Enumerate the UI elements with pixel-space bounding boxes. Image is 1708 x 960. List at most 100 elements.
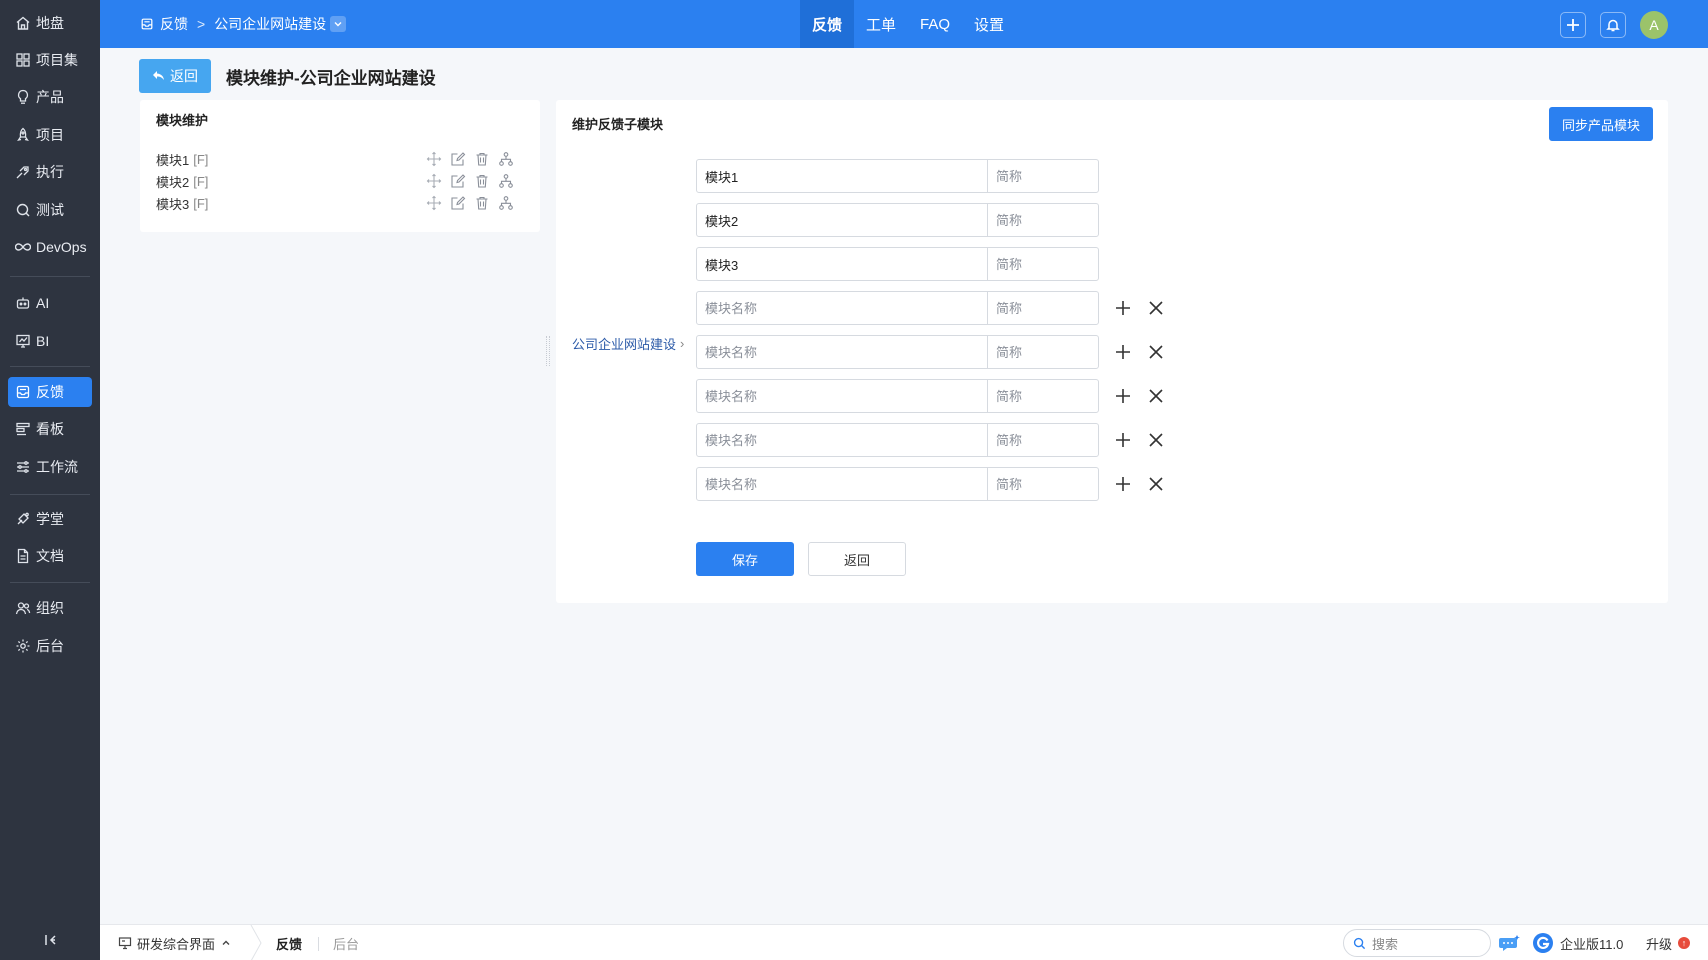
tree-item[interactable]: 模块3 [F]	[156, 192, 526, 214]
search-input[interactable]: 搜索	[1343, 929, 1491, 957]
add-row-icon[interactable]	[1114, 431, 1132, 449]
child-module-icon[interactable]	[498, 151, 514, 167]
module-short-input[interactable]	[987, 159, 1099, 193]
sidebar-collapse-button[interactable]	[40, 930, 60, 950]
bulb-icon	[17, 89, 29, 104]
module-name-input[interactable]	[696, 159, 988, 193]
delete-icon[interactable]	[474, 173, 490, 189]
sidebar-item-devops[interactable]: DevOps	[8, 232, 92, 262]
tree-item[interactable]: 模块2 [F]	[156, 170, 526, 192]
delete-icon[interactable]	[474, 151, 490, 167]
chevron-up-icon	[222, 940, 230, 945]
ai-chat-icon[interactable]	[1499, 933, 1523, 953]
tree-item[interactable]: 模块1 [F]	[156, 148, 526, 170]
grid-icon	[16, 53, 30, 67]
nav-feedback[interactable]: 反馈	[800, 0, 855, 48]
sidebar-item-bi[interactable]: BI	[8, 326, 92, 356]
sidebar-item-kanban[interactable]: 看板	[8, 414, 92, 444]
parent-module-link[interactable]: 公司企业网站建设 ›	[572, 334, 684, 353]
save-button[interactable]: 保存	[696, 542, 794, 576]
move-icon[interactable]	[426, 151, 442, 167]
sidebar-item-label: 组织	[36, 600, 64, 616]
remove-row-icon[interactable]	[1147, 299, 1165, 317]
sidebar-item-execution[interactable]: 执行	[8, 157, 92, 187]
edition-info: 企业版11.0	[1532, 925, 1623, 960]
avatar[interactable]: A	[1640, 11, 1668, 39]
module-short-input[interactable]	[987, 247, 1099, 281]
sidebar-item-test[interactable]: 测试	[8, 195, 92, 225]
sidebar-item-label: 测试	[36, 202, 64, 218]
module-name-input[interactable]	[696, 291, 988, 325]
module-short-input[interactable]	[987, 335, 1099, 369]
footer-tab-admin[interactable]: 后台	[333, 925, 359, 960]
edit-icon[interactable]	[450, 195, 466, 211]
module-short-input[interactable]	[987, 291, 1099, 325]
module-name-input[interactable]	[696, 379, 988, 413]
parent-module-label: 公司企业网站建设	[572, 337, 677, 352]
upgrade-alert-icon: ↑	[1678, 937, 1691, 949]
workspace-switcher[interactable]: 研发综合界面	[118, 925, 231, 960]
edit-icon[interactable]	[450, 151, 466, 167]
module-row	[696, 423, 1176, 457]
add-row-icon[interactable]	[1114, 299, 1132, 317]
child-module-icon[interactable]	[498, 195, 514, 211]
create-button[interactable]	[1560, 12, 1586, 38]
add-row-icon[interactable]	[1114, 387, 1132, 405]
breadcrumb-root[interactable]: 反馈	[160, 14, 188, 34]
footer-bar: 研发综合界面 反馈 后台 搜索 企业版11.0 升级 ↑	[100, 924, 1708, 960]
remove-row-icon[interactable]	[1147, 343, 1165, 361]
module-name-input[interactable]	[696, 203, 988, 237]
add-row-icon[interactable]	[1114, 475, 1132, 493]
nav-faq[interactable]: FAQ	[908, 0, 962, 48]
edit-icon[interactable]	[450, 173, 466, 189]
document-icon	[17, 548, 29, 564]
sidebar-item-program[interactable]: 项目集	[8, 45, 92, 75]
sidebar-item-doc[interactable]: 文档	[8, 541, 92, 571]
nav-ticket[interactable]: 工单	[854, 0, 908, 48]
panel-resize-handle[interactable]	[546, 336, 550, 366]
users-icon	[15, 602, 31, 615]
sidebar-item-org[interactable]: 组织	[8, 593, 92, 623]
tree-item-flag: [F]	[193, 173, 209, 189]
module-row	[696, 291, 1176, 325]
sidebar-item-project[interactable]: 项目	[8, 120, 92, 150]
remove-row-icon[interactable]	[1147, 475, 1165, 493]
module-short-input[interactable]	[987, 423, 1099, 457]
upgrade-label: 升级	[1646, 936, 1673, 952]
rocket-icon	[17, 127, 29, 141]
sidebar-item-feedback[interactable]: 反馈	[8, 377, 92, 407]
remove-row-icon[interactable]	[1147, 387, 1165, 405]
move-icon[interactable]	[426, 173, 442, 189]
notification-button[interactable]	[1600, 12, 1626, 38]
sidebar-item-workflow[interactable]: 工作流	[8, 452, 92, 482]
nav-settings[interactable]: 设置	[962, 0, 1016, 48]
module-name-input[interactable]	[696, 467, 988, 501]
footer-tab-feedback[interactable]: 反馈	[276, 925, 302, 960]
sidebar-item-ai[interactable]: AI	[8, 288, 92, 318]
delete-icon[interactable]	[474, 195, 490, 211]
module-short-input[interactable]	[987, 467, 1099, 501]
module-name-input[interactable]	[696, 335, 988, 369]
tree-item-name: 模块1	[156, 152, 190, 168]
move-icon[interactable]	[426, 195, 442, 211]
sidebar-divider	[10, 366, 90, 367]
sync-product-modules-button[interactable]: 同步产品模块	[1549, 107, 1653, 141]
sidebar-item-dashboard[interactable]: 地盘	[8, 8, 92, 38]
module-name-input[interactable]	[696, 247, 988, 281]
tree-item-flag: [F]	[193, 195, 209, 211]
module-short-input[interactable]	[987, 203, 1099, 237]
upgrade-button[interactable]: 升级 ↑	[1646, 925, 1691, 960]
add-row-icon[interactable]	[1114, 343, 1132, 361]
breadcrumb-current[interactable]: 公司企业网站建设	[214, 14, 326, 34]
remove-row-icon[interactable]	[1147, 431, 1165, 449]
return-button[interactable]: 返回	[808, 542, 906, 576]
module-short-input[interactable]	[987, 379, 1099, 413]
back-button[interactable]: 返回	[139, 59, 211, 93]
module-name-input[interactable]	[696, 423, 988, 457]
sidebar-divider	[10, 276, 90, 277]
child-module-icon[interactable]	[498, 173, 514, 189]
sidebar-item-school[interactable]: 学堂	[8, 504, 92, 534]
sidebar-item-admin[interactable]: 后台	[8, 631, 92, 661]
breadcrumb-dropdown-button[interactable]	[330, 16, 347, 32]
sidebar-item-product[interactable]: 产品	[8, 82, 92, 112]
